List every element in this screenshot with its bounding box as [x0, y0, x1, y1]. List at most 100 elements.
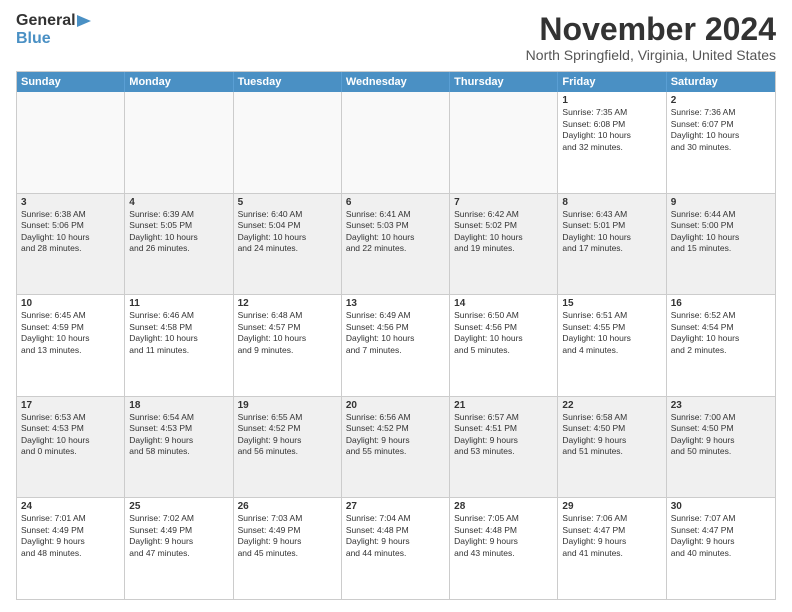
cell-info: Sunrise: 6:53 AMSunset: 4:53 PMDaylight:… — [21, 412, 120, 458]
cell-info: Sunrise: 6:42 AMSunset: 5:02 PMDaylight:… — [454, 209, 553, 255]
page: General Blue November 2024 North Springf… — [0, 0, 792, 612]
cal-cell-2-6: 16Sunrise: 6:52 AMSunset: 4:54 PMDayligh… — [667, 295, 775, 396]
cell-info: Sunrise: 7:02 AMSunset: 4:49 PMDaylight:… — [129, 513, 228, 559]
cal-cell-2-5: 15Sunrise: 6:51 AMSunset: 4:55 PMDayligh… — [558, 295, 666, 396]
cal-cell-0-5: 1Sunrise: 7:35 AMSunset: 6:08 PMDaylight… — [558, 92, 666, 193]
cell-info: Sunrise: 7:04 AMSunset: 4:48 PMDaylight:… — [346, 513, 445, 559]
day-number: 21 — [454, 400, 553, 411]
calendar-row-4: 24Sunrise: 7:01 AMSunset: 4:49 PMDayligh… — [17, 498, 775, 599]
calendar: SundayMondayTuesdayWednesdayThursdayFrid… — [16, 71, 776, 600]
cell-info: Sunrise: 7:00 AMSunset: 4:50 PMDaylight:… — [671, 412, 771, 458]
cal-cell-3-6: 23Sunrise: 7:00 AMSunset: 4:50 PMDayligh… — [667, 397, 775, 498]
cell-info: Sunrise: 6:44 AMSunset: 5:00 PMDaylight:… — [671, 209, 771, 255]
day-number: 23 — [671, 400, 771, 411]
cal-cell-2-3: 13Sunrise: 6:49 AMSunset: 4:56 PMDayligh… — [342, 295, 450, 396]
day-number: 10 — [21, 298, 120, 309]
day-number: 2 — [671, 95, 771, 106]
day-number: 4 — [129, 197, 228, 208]
cal-cell-1-1: 4Sunrise: 6:39 AMSunset: 5:05 PMDaylight… — [125, 194, 233, 295]
cell-info: Sunrise: 6:55 AMSunset: 4:52 PMDaylight:… — [238, 412, 337, 458]
cell-info: Sunrise: 6:46 AMSunset: 4:58 PMDaylight:… — [129, 310, 228, 356]
day-number: 19 — [238, 400, 337, 411]
cell-info: Sunrise: 6:43 AMSunset: 5:01 PMDaylight:… — [562, 209, 661, 255]
cal-cell-3-2: 19Sunrise: 6:55 AMSunset: 4:52 PMDayligh… — [234, 397, 342, 498]
cal-cell-0-0 — [17, 92, 125, 193]
cal-cell-1-3: 6Sunrise: 6:41 AMSunset: 5:03 PMDaylight… — [342, 194, 450, 295]
cell-info: Sunrise: 6:50 AMSunset: 4:56 PMDaylight:… — [454, 310, 553, 356]
title-block: November 2024 North Springfield, Virgini… — [526, 12, 776, 63]
cal-cell-0-4 — [450, 92, 558, 193]
cell-info: Sunrise: 6:51 AMSunset: 4:55 PMDaylight:… — [562, 310, 661, 356]
day-number: 15 — [562, 298, 661, 309]
location: North Springfield, Virginia, United Stat… — [526, 47, 776, 63]
cell-info: Sunrise: 7:07 AMSunset: 4:47 PMDaylight:… — [671, 513, 771, 559]
header-cell-thursday: Thursday — [450, 72, 558, 92]
day-number: 20 — [346, 400, 445, 411]
header-cell-monday: Monday — [125, 72, 233, 92]
cell-info: Sunrise: 6:45 AMSunset: 4:59 PMDaylight:… — [21, 310, 120, 356]
cal-cell-4-5: 29Sunrise: 7:06 AMSunset: 4:47 PMDayligh… — [558, 498, 666, 599]
day-number: 14 — [454, 298, 553, 309]
cal-cell-3-5: 22Sunrise: 6:58 AMSunset: 4:50 PMDayligh… — [558, 397, 666, 498]
cell-info: Sunrise: 7:05 AMSunset: 4:48 PMDaylight:… — [454, 513, 553, 559]
cal-cell-1-6: 9Sunrise: 6:44 AMSunset: 5:00 PMDaylight… — [667, 194, 775, 295]
cell-info: Sunrise: 6:48 AMSunset: 4:57 PMDaylight:… — [238, 310, 337, 356]
cal-cell-0-3 — [342, 92, 450, 193]
header-cell-sunday: Sunday — [17, 72, 125, 92]
cal-cell-1-0: 3Sunrise: 6:38 AMSunset: 5:06 PMDaylight… — [17, 194, 125, 295]
cell-info: Sunrise: 6:56 AMSunset: 4:52 PMDaylight:… — [346, 412, 445, 458]
cell-info: Sunrise: 7:35 AMSunset: 6:08 PMDaylight:… — [562, 107, 661, 153]
cal-cell-4-4: 28Sunrise: 7:05 AMSunset: 4:48 PMDayligh… — [450, 498, 558, 599]
day-number: 27 — [346, 501, 445, 512]
cal-cell-1-2: 5Sunrise: 6:40 AMSunset: 5:04 PMDaylight… — [234, 194, 342, 295]
day-number: 13 — [346, 298, 445, 309]
day-number: 1 — [562, 95, 661, 106]
cal-cell-4-0: 24Sunrise: 7:01 AMSunset: 4:49 PMDayligh… — [17, 498, 125, 599]
cal-cell-2-1: 11Sunrise: 6:46 AMSunset: 4:58 PMDayligh… — [125, 295, 233, 396]
logo-arrow-icon — [77, 13, 91, 29]
day-number: 16 — [671, 298, 771, 309]
cal-cell-4-2: 26Sunrise: 7:03 AMSunset: 4:49 PMDayligh… — [234, 498, 342, 599]
cell-info: Sunrise: 6:38 AMSunset: 5:06 PMDaylight:… — [21, 209, 120, 255]
day-number: 6 — [346, 197, 445, 208]
month-title: November 2024 — [526, 12, 776, 47]
day-number: 17 — [21, 400, 120, 411]
cal-cell-2-4: 14Sunrise: 6:50 AMSunset: 4:56 PMDayligh… — [450, 295, 558, 396]
cell-info: Sunrise: 6:41 AMSunset: 5:03 PMDaylight:… — [346, 209, 445, 255]
calendar-body: 1Sunrise: 7:35 AMSunset: 6:08 PMDaylight… — [17, 92, 775, 599]
day-number: 12 — [238, 298, 337, 309]
cal-cell-0-6: 2Sunrise: 7:36 AMSunset: 6:07 PMDaylight… — [667, 92, 775, 193]
cell-info: Sunrise: 6:54 AMSunset: 4:53 PMDaylight:… — [129, 412, 228, 458]
day-number: 29 — [562, 501, 661, 512]
cell-info: Sunrise: 7:36 AMSunset: 6:07 PMDaylight:… — [671, 107, 771, 153]
cal-cell-3-0: 17Sunrise: 6:53 AMSunset: 4:53 PMDayligh… — [17, 397, 125, 498]
header-cell-saturday: Saturday — [667, 72, 775, 92]
day-number: 28 — [454, 501, 553, 512]
cal-cell-4-6: 30Sunrise: 7:07 AMSunset: 4:47 PMDayligh… — [667, 498, 775, 599]
day-number: 8 — [562, 197, 661, 208]
day-number: 5 — [238, 197, 337, 208]
cell-info: Sunrise: 7:06 AMSunset: 4:47 PMDaylight:… — [562, 513, 661, 559]
header-cell-tuesday: Tuesday — [234, 72, 342, 92]
cal-cell-0-2 — [234, 92, 342, 193]
cal-cell-1-4: 7Sunrise: 6:42 AMSunset: 5:02 PMDaylight… — [450, 194, 558, 295]
cell-info: Sunrise: 7:01 AMSunset: 4:49 PMDaylight:… — [21, 513, 120, 559]
day-number: 22 — [562, 400, 661, 411]
cell-info: Sunrise: 6:49 AMSunset: 4:56 PMDaylight:… — [346, 310, 445, 356]
calendar-row-0: 1Sunrise: 7:35 AMSunset: 6:08 PMDaylight… — [17, 92, 775, 194]
cell-info: Sunrise: 6:58 AMSunset: 4:50 PMDaylight:… — [562, 412, 661, 458]
day-number: 3 — [21, 197, 120, 208]
day-number: 11 — [129, 298, 228, 309]
cal-cell-3-3: 20Sunrise: 6:56 AMSunset: 4:52 PMDayligh… — [342, 397, 450, 498]
cal-cell-2-0: 10Sunrise: 6:45 AMSunset: 4:59 PMDayligh… — [17, 295, 125, 396]
calendar-row-3: 17Sunrise: 6:53 AMSunset: 4:53 PMDayligh… — [17, 397, 775, 499]
cell-info: Sunrise: 7:03 AMSunset: 4:49 PMDaylight:… — [238, 513, 337, 559]
cell-info: Sunrise: 6:52 AMSunset: 4:54 PMDaylight:… — [671, 310, 771, 356]
day-number: 24 — [21, 501, 120, 512]
cal-cell-4-3: 27Sunrise: 7:04 AMSunset: 4:48 PMDayligh… — [342, 498, 450, 599]
cell-info: Sunrise: 6:40 AMSunset: 5:04 PMDaylight:… — [238, 209, 337, 255]
header: General Blue November 2024 North Springf… — [16, 12, 776, 63]
header-cell-wednesday: Wednesday — [342, 72, 450, 92]
cal-cell-4-1: 25Sunrise: 7:02 AMSunset: 4:49 PMDayligh… — [125, 498, 233, 599]
cal-cell-0-1 — [125, 92, 233, 193]
